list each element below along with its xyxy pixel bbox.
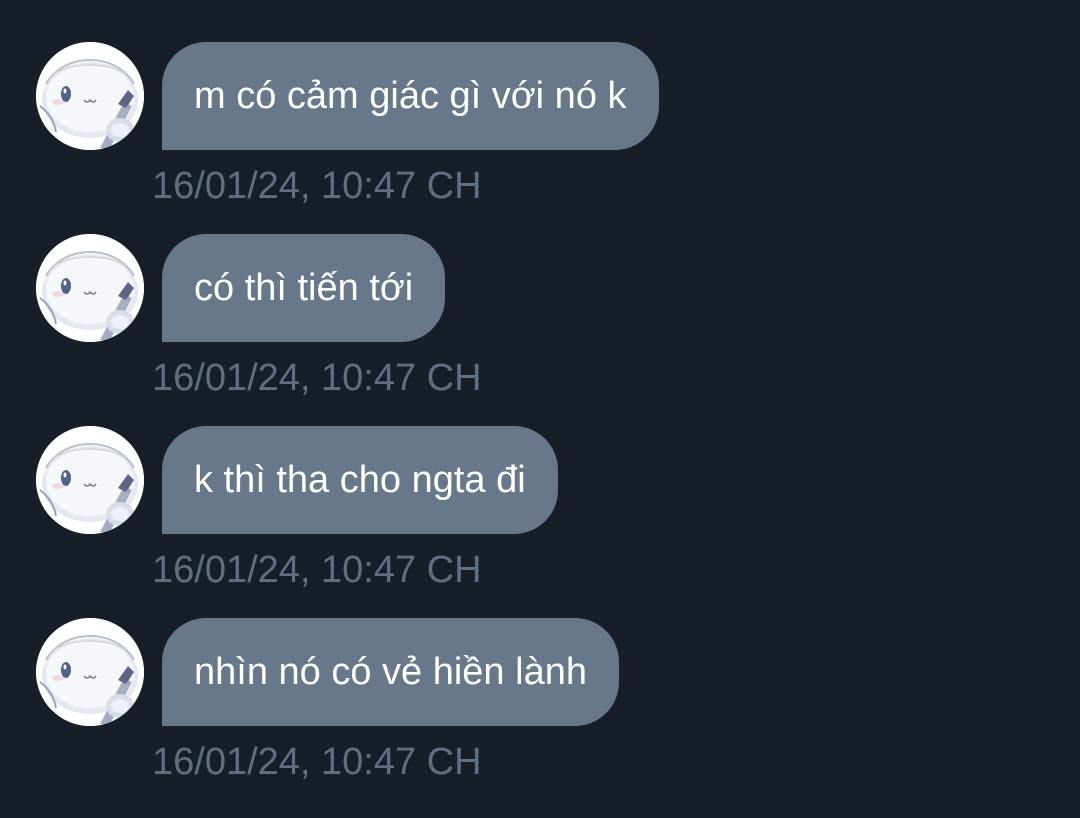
message-group: có thì tiến tới 16/01/24, 10:47 CH: [0, 234, 1080, 426]
message-bubble[interactable]: có thì tiến tới: [162, 234, 446, 342]
avatar-icon[interactable]: [36, 42, 144, 150]
message-bubble[interactable]: nhìn nó có vẻ hiền lành: [162, 618, 619, 726]
avatar-icon[interactable]: [36, 618, 144, 726]
message-timestamp: 16/01/24, 10:47 CH: [152, 549, 482, 591]
message-bubble[interactable]: m có cảm giác gì với nó k: [162, 42, 659, 150]
avatar-icon[interactable]: [36, 234, 144, 342]
message-bubble[interactable]: k thì tha cho ngta đi: [162, 426, 558, 534]
avatar-icon[interactable]: [36, 426, 144, 534]
message-timestamp: 16/01/24, 10:47 CH: [152, 357, 482, 399]
message-timestamp: 16/01/24, 10:47 CH: [152, 165, 482, 207]
chat-thread: m có cảm giác gì với nó k 16/01/24, 10:4…: [0, 0, 1080, 818]
message-group: m có cảm giác gì với nó k 16/01/24, 10:4…: [0, 42, 1080, 234]
message-timestamp: 16/01/24, 10:47 CH: [152, 741, 482, 783]
message-group: nhìn nó có vẻ hiền lành 16/01/24, 10:47 …: [0, 618, 1080, 810]
message-group: k thì tha cho ngta đi 16/01/24, 10:47 CH: [0, 426, 1080, 618]
